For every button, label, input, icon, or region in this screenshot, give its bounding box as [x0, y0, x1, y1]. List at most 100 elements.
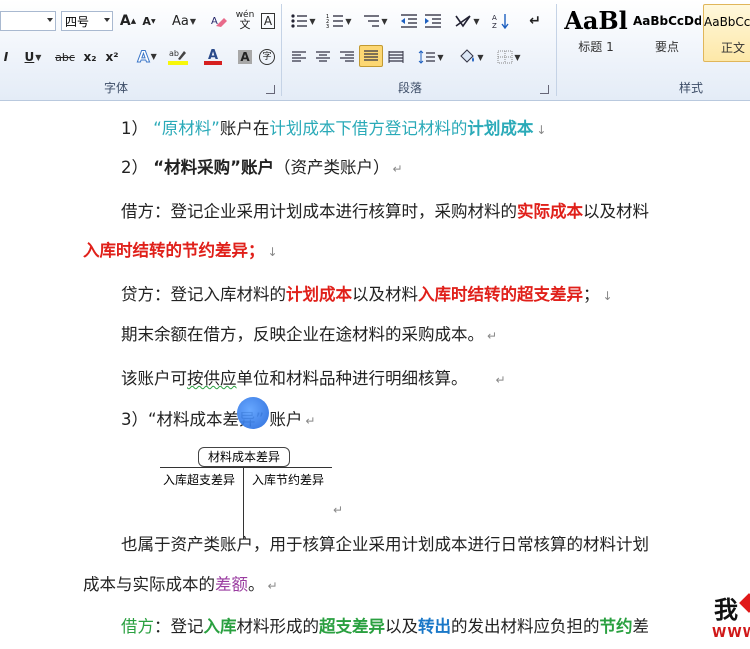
doc-line-10: 成本与实际成本的差额。 ↵ [83, 575, 278, 594]
font-size-combo[interactable]: 四号 [61, 11, 113, 31]
align-left-icon [292, 51, 306, 62]
underline-button[interactable]: U ▼ [20, 46, 46, 68]
doc-line-1: 1） “原材料”账户在计划成本下借方登记材料的计划成本 ↓ [121, 119, 547, 138]
group-divider [556, 4, 557, 96]
paragraph-mark: ↵ [333, 503, 344, 517]
watermark-logo: 我 [714, 596, 738, 624]
increase-indent-button[interactable] [422, 10, 444, 32]
font-group-label: 字体 [103, 81, 128, 95]
bullets-button[interactable]: ▼ [288, 10, 318, 32]
t-account-right-label: 入库节约差异 [252, 473, 325, 487]
font-group: 四号 A ▲ A ▼ Aa ▼ A wén 文 A I U ▼ abc x₂ x² A ▼ … [0, 0, 278, 100]
doc-line-11: 借方：登记入库材料形成的超支差异以及转出的发出材料应负担的节约差 [121, 617, 649, 636]
chinese-layout-button[interactable]: ▼ [452, 10, 482, 32]
text-effects-icon: A [137, 46, 150, 66]
t-account-title: 材料成本差异 [198, 447, 290, 467]
svg-text:Z: Z [492, 22, 497, 29]
borders-icon [497, 50, 513, 64]
doc-line-6: 期末余额在借方，反映企业在途材料的采购成本。 ↵ [121, 325, 498, 344]
highlighter-icon: ab [168, 49, 188, 65]
shading-button[interactable]: ▼ [456, 46, 486, 68]
char-border-icon: A [260, 13, 276, 29]
align-left-button[interactable] [288, 46, 310, 68]
clear-format-icon: A [211, 16, 227, 27]
svg-text:3: 3 [326, 24, 329, 29]
multilevel-list-button[interactable]: ▼ [360, 10, 390, 32]
borders-button[interactable]: ▼ [494, 46, 524, 68]
doc-line-3: 借方：登记企业采用计划成本进行核算时，采购材料的实际成本以及材料 [121, 202, 649, 221]
distributed-icon [388, 51, 404, 63]
svg-text:A: A [492, 14, 497, 22]
t-account-left-label: 入库超支差异 [163, 473, 236, 487]
justify-icon [364, 50, 378, 61]
line-spacing-button[interactable]: ▼ [416, 46, 446, 68]
decrease-indent-button[interactable] [398, 10, 420, 32]
text-effects-button[interactable]: A ▼ [134, 45, 160, 67]
enclose-char-button[interactable]: 字 [258, 46, 276, 68]
font-color-button[interactable]: A [200, 45, 228, 67]
styles-group: AaBl 标题 1 AaBbCcDd 要点 AaBbCcDd 正文 样式 [559, 0, 750, 100]
mouse-cursor-highlight [237, 397, 269, 429]
doc-line-5: 贷方：登记入库材料的计划成本以及材料入库时结转的超支差异； ↓ [121, 285, 613, 304]
chinese-layout-icon [455, 15, 472, 28]
style-preview: AaBbCcDd [704, 15, 750, 29]
highlight-button[interactable]: ab [164, 45, 192, 67]
paragraph-dialog-launcher[interactable] [540, 85, 549, 94]
svg-text:A: A [208, 48, 218, 63]
t-account-hline [160, 467, 332, 468]
styles-group-label: 样式 [678, 81, 703, 95]
align-right-button[interactable] [336, 46, 358, 68]
sort-button[interactable]: AZ [490, 10, 512, 32]
line-spacing-icon [419, 50, 436, 64]
increase-indent-icon [425, 14, 441, 28]
group-divider [281, 4, 282, 96]
doc-line-7: 该账户可按供应单位和材料品种进行明细核算。 ↵ [121, 369, 506, 388]
char-shading-icon: A [238, 50, 252, 64]
svg-text:ab: ab [169, 49, 179, 58]
style-name: 要点 [654, 40, 679, 54]
change-case-button[interactable]: Aa ▼ [170, 10, 198, 32]
show-marks-button[interactable]: ↵ [524, 10, 546, 32]
align-right-icon [340, 51, 354, 62]
paragraph-group: ▼ 1 2 3 ▼ ▼ ▼ AZ ↵ ▼ ▼ ▼ 段落 [284, 0, 554, 100]
style-name: 标题 1 [578, 40, 614, 54]
font-dialog-launcher[interactable] [266, 85, 275, 94]
enclose-char-icon: 字 [259, 49, 275, 65]
numbering-button[interactable]: 1 2 3 ▼ [324, 10, 354, 32]
shrink-font-button[interactable]: A ▼ [140, 10, 158, 32]
justify-button[interactable] [359, 45, 383, 67]
multilevel-list-icon [364, 15, 380, 27]
superscript-button[interactable]: x² [102, 46, 122, 68]
numbering-icon: 123 [326, 14, 344, 29]
strikethrough-button[interactable]: abc [52, 46, 78, 68]
document-page[interactable]: 1） “原材料”账户在计划成本下借方登记材料的计划成本 ↓ 2） “材料采购”账户… [0, 101, 750, 649]
style-key-point[interactable]: AaBbCcDd 要点 [633, 4, 701, 62]
align-center-button[interactable] [312, 46, 334, 68]
doc-line-2: 2） “材料采购”账户（资产类账户） ↵ [121, 158, 403, 177]
clear-format-button[interactable]: A [208, 10, 230, 32]
font-name-combo[interactable] [0, 11, 56, 31]
doc-line-4: 入库时结转的节约差异； ↓ [83, 241, 278, 260]
bullets-icon [291, 14, 308, 28]
grow-font-button[interactable]: A ▲ [118, 10, 138, 32]
phonetic-guide-button[interactable]: wén 文 [234, 9, 256, 31]
align-center-icon [316, 51, 330, 62]
font-color-icon: A [204, 48, 222, 65]
font-size-value: 四号 [65, 14, 90, 29]
subscript-button[interactable]: x₂ [80, 46, 100, 68]
decrease-indent-icon [401, 14, 417, 28]
char-shading-button[interactable]: A [236, 46, 254, 68]
distributed-button[interactable] [385, 46, 407, 68]
t-account-vline [243, 467, 244, 539]
style-heading1[interactable]: AaBl 标题 1 [561, 4, 631, 62]
style-normal[interactable]: AaBbCcDd 正文 [703, 4, 750, 62]
sort-icon: AZ [492, 14, 509, 29]
doc-line-9: 也属于资产类账户，用于核算企业采用计划成本进行日常核算的材料计划 [121, 535, 649, 554]
doc-line-8: 3）“材料成本差异” 账户 ↵ [121, 410, 316, 429]
paint-bucket-icon [460, 49, 475, 63]
ribbon: 四号 A ▲ A ▼ Aa ▼ A wén 文 A I U ▼ abc x₂ x² A ▼ … [0, 0, 750, 101]
style-name: 正文 [720, 41, 745, 55]
italic-button[interactable]: I [0, 46, 12, 68]
char-border-button[interactable]: A [259, 10, 277, 32]
style-preview: AaBbCcDd [633, 14, 701, 28]
